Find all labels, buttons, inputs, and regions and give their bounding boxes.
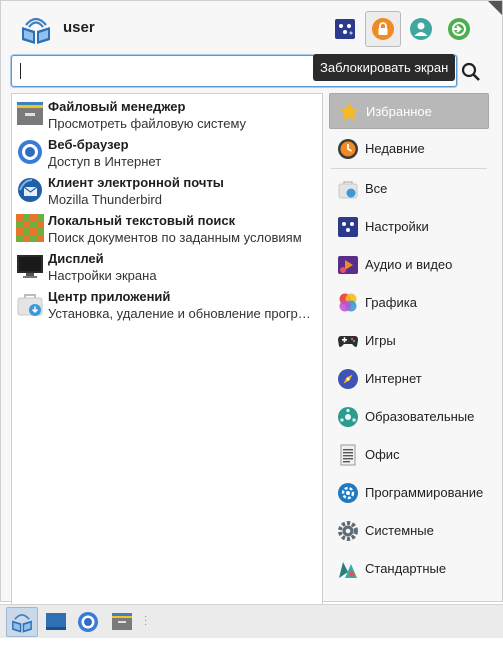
lock-screen-tooltip: Заблокировать экран	[313, 54, 456, 81]
category-accessories[interactable]: Стандартные	[329, 551, 489, 587]
gamepad-icon	[338, 336, 358, 347]
category-internet[interactable]: Интернет	[329, 361, 489, 397]
category-label: Игры	[365, 333, 396, 348]
menu-book-icon	[12, 614, 32, 633]
internet-icon	[338, 369, 358, 389]
user-icon	[410, 18, 432, 40]
app-item-display[interactable]: Дисплей Настройки экрана	[12, 248, 322, 286]
text-search-icon	[16, 214, 44, 242]
text-cursor	[20, 63, 21, 79]
category-office[interactable]: Офис	[329, 437, 489, 473]
category-label: Настройки	[365, 219, 429, 234]
system-icon	[338, 521, 358, 541]
app-item-web-browser[interactable]: Веб-браузер Доступ в Интернет	[12, 134, 322, 172]
app-description: Установка, удаление и обновление програм…	[48, 306, 318, 321]
category-label: Образовательные	[365, 409, 475, 424]
category-label: Системные	[365, 523, 434, 538]
taskbar: · · ·	[0, 604, 503, 638]
multimedia-icon	[338, 256, 358, 274]
category-label: Все	[365, 181, 388, 196]
all-apps-icon	[338, 181, 358, 199]
app-description: Доступ в Интернет	[48, 154, 162, 169]
category-programming[interactable]: Программирование	[329, 475, 489, 511]
distro-logo-icon	[19, 13, 53, 45]
category-system[interactable]: Системные	[329, 513, 489, 549]
favorites-list: Файловый менеджер Просмотреть файловую с…	[11, 93, 323, 605]
files-icon	[112, 613, 132, 630]
category-label: Стандартные	[365, 561, 447, 576]
office-icon	[340, 444, 356, 466]
app-title: Локальный текстовый поиск	[48, 213, 236, 228]
app-menu: user Заблокировать экран Файловый менедж…	[0, 0, 503, 605]
category-label: Программирование	[365, 485, 484, 500]
taskbar-browser[interactable]	[72, 607, 104, 637]
category-all[interactable]: Все	[329, 171, 489, 207]
app-description: Настройки экрана	[48, 268, 157, 283]
taskbar-files[interactable]	[106, 607, 138, 637]
app-title: Веб-браузер	[48, 137, 129, 152]
display-icon	[17, 255, 43, 278]
app-description: Просмотреть файловую систему	[48, 116, 247, 131]
user-name: user	[63, 19, 95, 36]
category-settings[interactable]: Настройки	[329, 209, 489, 245]
app-item-email-client[interactable]: Клиент электронной почты Mozilla Thunder…	[12, 172, 322, 210]
category-separator	[331, 168, 487, 169]
corner-marker	[488, 1, 502, 15]
web-browser-icon	[18, 140, 42, 164]
thunderbird-icon	[18, 178, 42, 202]
category-label: Графика	[365, 295, 417, 310]
app-title: Файловый менеджер	[48, 99, 186, 114]
settings-icon	[335, 19, 355, 39]
recent-icon	[338, 139, 358, 159]
category-multimedia[interactable]: Аудио и видео	[329, 247, 489, 283]
graphics-icon	[339, 293, 357, 312]
category-label: Недавние	[365, 141, 425, 156]
lock-icon	[372, 18, 394, 40]
category-games[interactable]: Игры	[329, 323, 489, 359]
app-title: Центр приложений	[48, 289, 171, 304]
category-label: Аудио и видео	[365, 257, 453, 272]
category-label: Офис	[365, 447, 400, 462]
taskbar-menu-button[interactable]	[6, 607, 38, 637]
app-item-file-manager[interactable]: Файловый менеджер Просмотреть файловую с…	[12, 96, 322, 134]
app-item-app-center[interactable]: Центр приложений Установка, удаление и о…	[12, 286, 322, 324]
logout-button[interactable]	[441, 11, 477, 47]
search-icon[interactable]	[460, 61, 482, 83]
app-title: Дисплей	[48, 251, 104, 266]
app-center-icon	[17, 294, 43, 316]
app-description: Mozilla Thunderbird	[48, 192, 162, 207]
education-icon	[338, 407, 358, 427]
user-account-button[interactable]	[403, 11, 439, 47]
star-icon	[339, 102, 359, 121]
browser-icon	[78, 612, 98, 632]
accessories-icon	[339, 562, 357, 578]
app-title: Клиент электронной почты	[48, 175, 224, 190]
category-recent[interactable]: Недавние	[329, 131, 489, 167]
category-graphics[interactable]: Графика	[329, 285, 489, 321]
settings-button[interactable]	[327, 11, 363, 47]
app-item-text-search[interactable]: Локальный текстовый поиск Поиск документ…	[12, 210, 322, 248]
category-label: Интернет	[365, 371, 422, 386]
logout-icon	[448, 18, 470, 40]
lock-screen-button[interactable]	[365, 11, 401, 47]
panel-drag-handle[interactable]: · · ·	[144, 612, 147, 630]
app-description: Поиск документов по заданным условиям	[48, 230, 302, 245]
category-favorites[interactable]: Избранное	[329, 93, 489, 129]
settings-category-icon	[338, 217, 358, 237]
category-education[interactable]: Образовательные	[329, 399, 489, 435]
category-label: Избранное	[366, 104, 432, 119]
desktop-icon	[46, 613, 66, 630]
programming-icon	[338, 483, 358, 503]
taskbar-show-desktop[interactable]	[40, 607, 72, 637]
category-list: Избранное Недавние Все Настройки Аудио и…	[327, 91, 491, 605]
file-manager-icon	[17, 102, 43, 125]
